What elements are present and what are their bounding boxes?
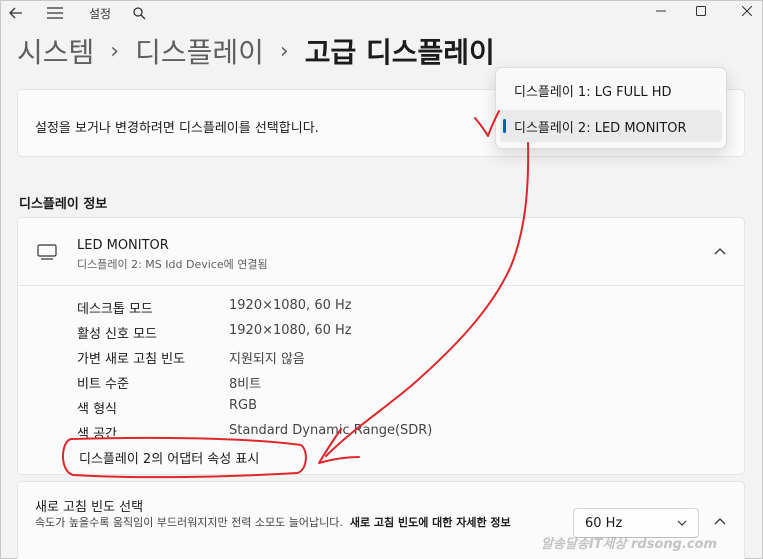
- select-display-label: 설정을 보거나 변경하려면 디스플레이를 선택합니다.: [35, 121, 319, 136]
- chevron-up-icon[interactable]: [712, 244, 728, 260]
- prop-label: 비트 수준: [77, 377, 129, 392]
- display-option-label: 디스플레이 2: LED MONITOR: [514, 120, 687, 136]
- prop-label: 활성 신호 모드: [77, 327, 158, 342]
- page-title: 고급 디스플레이: [304, 36, 495, 69]
- selection-indicator: [503, 119, 506, 133]
- adapter-properties-link[interactable]: 디스플레이 2의 어댑터 속성 표시: [79, 448, 259, 467]
- prop-value: 8비트: [229, 377, 262, 392]
- refresh-rate-title: 새로 고침 빈도 선택: [35, 500, 144, 515]
- search-icon[interactable]: [130, 3, 148, 23]
- prop-value: 지원되지 않음: [229, 352, 305, 367]
- display-option-2[interactable]: 디스플레이 2: LED MONITOR: [500, 110, 722, 142]
- prop-label: 색 형식: [77, 402, 118, 417]
- prop-value: RGB: [229, 398, 258, 413]
- breadcrumb: 시스템 › 디스플레이 › 고급 디스플레이: [17, 31, 495, 71]
- chevron-up-icon[interactable]: [712, 514, 728, 530]
- maximize-icon[interactable]: [691, 1, 711, 21]
- minimize-icon[interactable]: [651, 1, 671, 21]
- device-name: LED MONITOR: [77, 238, 169, 253]
- display-option-label: 디스플레이 1: LG FULL HD: [514, 84, 672, 100]
- back-arrow-icon[interactable]: [7, 3, 25, 23]
- breadcrumb-separator: ›: [279, 38, 289, 64]
- prop-label: 색 공간: [77, 427, 118, 442]
- breadcrumb-display[interactable]: 디스플레이: [135, 31, 264, 71]
- display-option-1[interactable]: 디스플레이 1: LG FULL HD: [500, 74, 722, 106]
- hamburger-menu-icon[interactable]: [45, 3, 65, 23]
- title-bar: 설정: [1, 1, 763, 25]
- monitor-icon: [37, 244, 57, 260]
- breadcrumb-separator: ›: [110, 38, 120, 64]
- display-info-heading: 디스플레이 정보: [19, 197, 108, 212]
- refresh-rate-info-link[interactable]: 새로 고침 빈도에 대한 자세한 정보: [350, 516, 511, 529]
- watermark: 알송달송IT세상 rdsong.com: [541, 537, 718, 552]
- prop-label: 데스크톱 모드: [77, 302, 153, 317]
- display-select-flyout: 디스플레이 1: LG FULL HD 디스플레이 2: LED MONITOR: [495, 67, 727, 149]
- window-title: 설정: [89, 7, 112, 21]
- display-info-header[interactable]: LED MONITOR 디스플레이 2: MS Idd Device에 연결됨: [18, 218, 744, 286]
- breadcrumb-system[interactable]: 시스템: [17, 31, 94, 71]
- close-icon[interactable]: [737, 1, 757, 21]
- display-info-card: LED MONITOR 디스플레이 2: MS Idd Device에 연결됨 …: [17, 217, 745, 475]
- prop-value: 1920×1080, 60 Hz: [229, 323, 352, 338]
- chevron-down-icon: [677, 520, 687, 526]
- prop-value: 1920×1080, 60 Hz: [229, 298, 352, 313]
- prop-value: Standard Dynamic Range(SDR): [229, 423, 433, 438]
- refresh-rate-description: 속도가 높을수록 움직임이 부드러워지지만 전력 소모도 늘어납니다. 새로 고…: [35, 514, 565, 531]
- device-connection: 디스플레이 2: MS Idd Device에 연결됨: [77, 258, 268, 271]
- refresh-rate-desc-text: 속도가 높을수록 움직임이 부드러워지지만 전력 소모도 늘어납니다.: [35, 516, 343, 529]
- prop-label: 가변 새로 고침 빈도: [77, 352, 186, 367]
- refresh-rate-value: 60 Hz: [585, 515, 623, 531]
